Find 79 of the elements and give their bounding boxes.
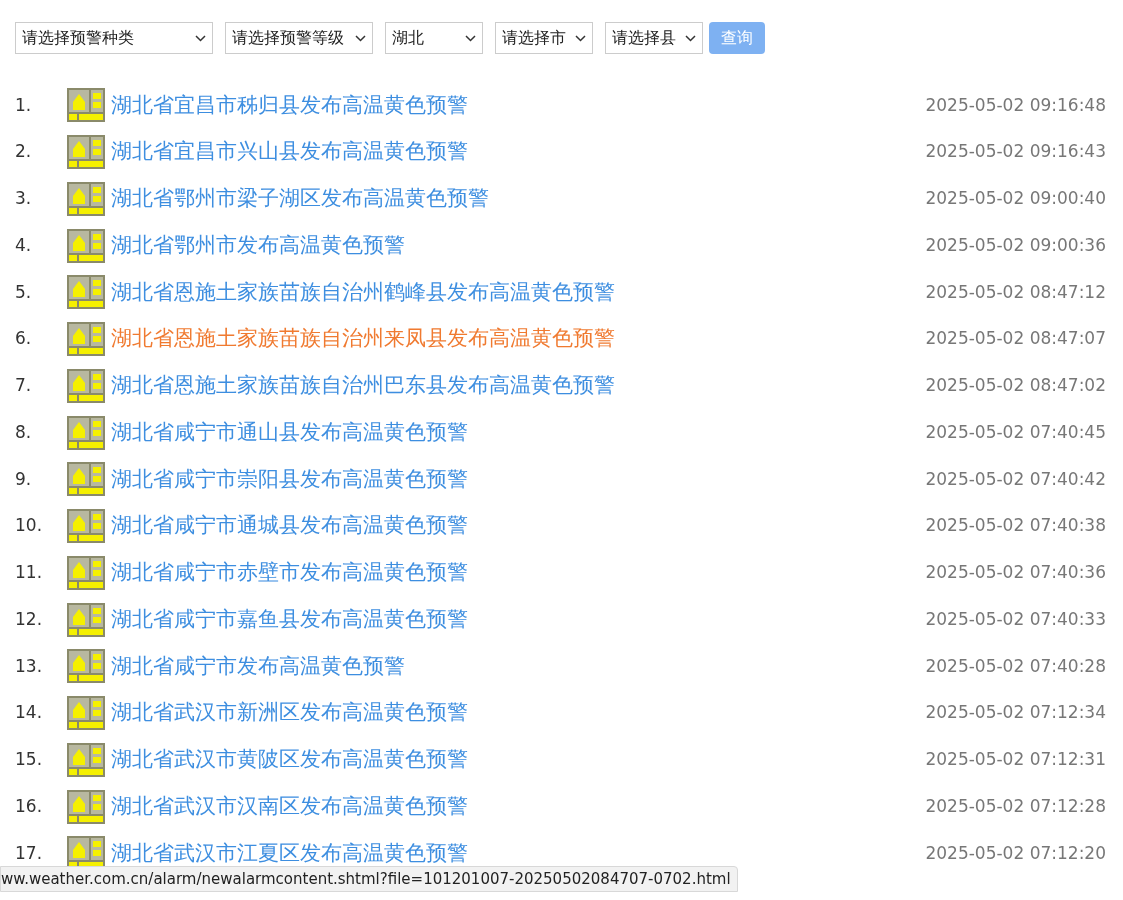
list-number: 1. [15, 93, 33, 117]
heat-warning-icon [67, 322, 105, 357]
heat-warning-icon [67, 696, 105, 731]
query-button[interactable]: 查询 [709, 22, 765, 54]
dropdown-select[interactable]: 请选择预警等级 [225, 22, 373, 54]
heat-warning-icon [67, 789, 105, 824]
list-number: 12. [15, 607, 44, 631]
alert-link[interactable]: 湖北省咸宁市嘉鱼县发布高温黄色预警 [111, 603, 468, 636]
list-number: 13. [15, 654, 44, 678]
list-number: 5. [15, 280, 33, 304]
heat-warning-icon [67, 509, 105, 544]
list-number: 11. [15, 561, 44, 585]
heat-warning-icon [67, 415, 105, 450]
alert-link[interactable]: 湖北省恩施土家族苗族自治州来凤县发布高温黄色预警 [111, 323, 615, 355]
heat-warning-icon [67, 649, 105, 684]
alert-link[interactable]: 湖北省恩施土家族苗族自治州巴东县发布高温黄色预警 [111, 370, 615, 402]
heat-warning-icon [67, 742, 105, 777]
dropdown-select[interactable]: 湖北 [385, 22, 483, 54]
chevron-down-icon [355, 34, 366, 42]
chevron-down-icon [195, 34, 206, 42]
list-number: 4. [15, 233, 33, 257]
alert-time: 2025-05-02 07:12:31 [925, 748, 1106, 772]
alert-time: 2025-05-02 07:12:34 [925, 701, 1106, 725]
list-number: 2. [15, 140, 33, 164]
alert-link[interactable]: 湖北省武汉市汉南区发布高温黄色预警 [111, 790, 468, 823]
alert-link[interactable]: 湖北省咸宁市崇阳县发布高温黄色预警 [111, 463, 468, 496]
alert-link[interactable]: 湖北省鄂州市梁子湖区发布高温黄色预警 [111, 183, 489, 215]
status-url: ww.weather.com.cn/alarm/newalarmcontent.shtml?file=101201007-20250502084707-0702.html [1, 868, 731, 890]
heat-warning-icon [67, 181, 105, 216]
list-number: 8. [15, 420, 33, 444]
dropdown-select[interactable]: 请选择市 [495, 22, 593, 54]
heat-warning-icon [67, 555, 105, 590]
list-number: 15. [15, 748, 44, 772]
list-number: 7. [15, 374, 33, 398]
chevron-down-icon [575, 34, 586, 42]
alert-link[interactable]: 湖北省武汉市新洲区发布高温黄色预警 [111, 697, 468, 729]
list-number: 3. [15, 187, 33, 211]
heat-warning-icon [67, 275, 105, 310]
chevron-down-icon [685, 34, 696, 42]
heat-warning-icon [67, 602, 105, 637]
list-number: 14. [15, 701, 44, 725]
alert-link[interactable]: 湖北省宜昌市兴山县发布高温黄色预警 [111, 136, 468, 168]
list-number: 9. [15, 467, 33, 491]
list-number: 6. [15, 327, 33, 351]
alert-time: 2025-05-02 07:40:42 [925, 467, 1106, 491]
heat-warning-icon [67, 88, 105, 123]
alert-link[interactable]: 湖北省武汉市黄陂区发布高温黄色预警 [111, 744, 468, 776]
alert-time: 2025-05-02 07:12:28 [925, 794, 1106, 818]
alert-link[interactable]: 湖北省宜昌市秭归县发布高温黄色预警 [111, 89, 468, 122]
alert-link[interactable]: 湖北省咸宁市通城县发布高温黄色预警 [111, 510, 468, 542]
alert-link[interactable]: 湖北省咸宁市通山县发布高温黄色预警 [111, 416, 468, 449]
alert-time: 2025-05-02 07:40:38 [925, 514, 1106, 538]
list-number: 17. [15, 841, 44, 865]
alert-time: 2025-05-02 09:00:36 [925, 233, 1106, 257]
alert-link[interactable]: 湖北省恩施土家族苗族自治州鹤峰县发布高温黄色预警 [111, 276, 615, 309]
alert-time: 2025-05-02 08:47:07 [925, 327, 1106, 351]
alert-time: 2025-05-02 07:40:36 [925, 561, 1106, 585]
alert-link[interactable]: 湖北省咸宁市赤壁市发布高温黄色预警 [111, 557, 468, 589]
dropdown-select[interactable]: 请选择县 [605, 22, 703, 54]
dropdown-select[interactable]: 请选择预警种类 [15, 22, 213, 54]
alert-time: 2025-05-02 07:12:20 [925, 841, 1106, 865]
heat-warning-icon [67, 228, 105, 263]
list-number: 10. [15, 514, 44, 538]
chevron-down-icon [465, 34, 476, 42]
alert-time: 2025-05-02 08:47:02 [925, 374, 1106, 398]
heat-warning-icon [67, 368, 105, 403]
list-number: 16. [15, 794, 44, 818]
alert-time: 2025-05-02 08:47:12 [925, 280, 1106, 304]
alert-link[interactable]: 湖北省咸宁市发布高温黄色预警 [111, 650, 405, 683]
alert-link[interactable]: 湖北省鄂州市发布高温黄色预警 [111, 229, 405, 262]
heat-warning-icon [67, 135, 105, 170]
alert-time: 2025-05-02 09:00:40 [925, 187, 1106, 211]
alert-time: 2025-05-02 09:16:48 [925, 93, 1106, 117]
alert-link[interactable]: 湖北省武汉市江夏区发布高温黄色预警 [111, 837, 468, 870]
alert-time: 2025-05-02 07:40:45 [925, 420, 1106, 444]
alert-time: 2025-05-02 07:40:28 [925, 654, 1106, 678]
alert-time: 2025-05-02 09:16:43 [925, 140, 1106, 164]
alert-time: 2025-05-02 07:40:33 [925, 607, 1106, 631]
heat-warning-icon [67, 462, 105, 497]
